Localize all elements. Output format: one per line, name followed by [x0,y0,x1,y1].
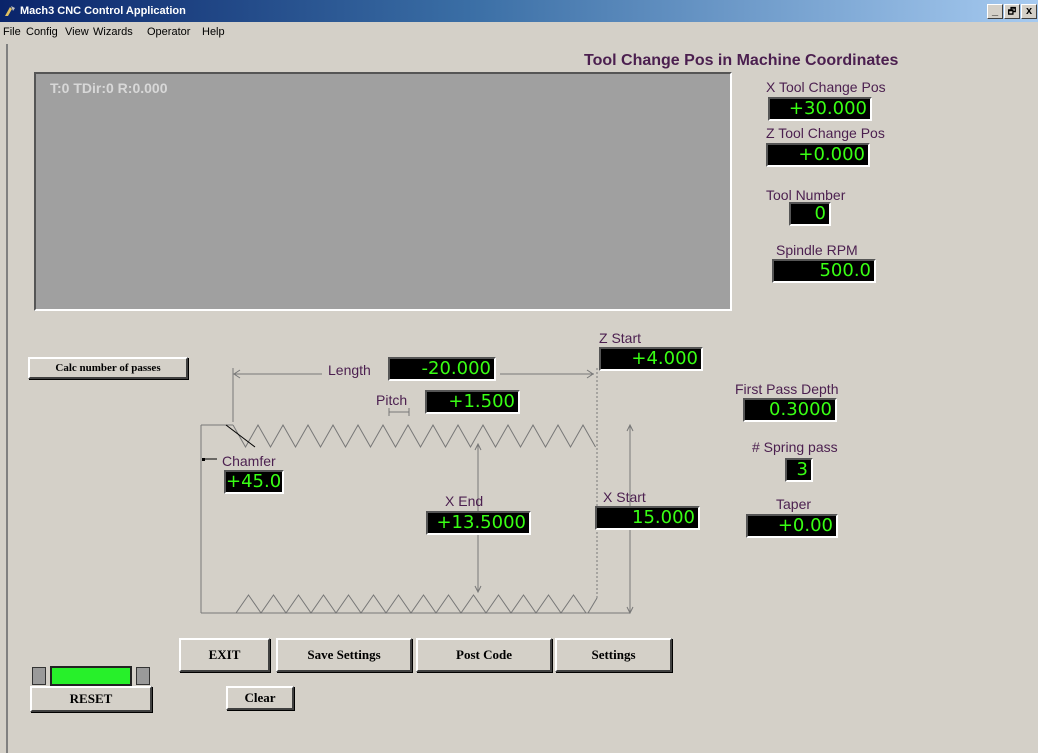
x-end-dro[interactable]: +13.5000 [426,511,531,535]
menu-help[interactable]: Help [202,26,225,38]
restore-button[interactable]: 🗗 [1004,4,1020,19]
first-pass-depth-label: First Pass Depth [735,381,839,397]
led-cap-right [136,667,150,685]
z-tool-change-label: Z Tool Change Pos [766,125,885,141]
spindle-rpm-label: Spindle RPM [776,242,858,258]
menu-config[interactable]: Config [26,26,58,38]
menu-file[interactable]: File [3,26,21,38]
toolpath-status: T:0 TDir:0 R:0.000 [50,80,168,96]
spring-pass-dro[interactable]: 3 [785,458,813,482]
z-tool-change-dro[interactable]: +0.000 [766,143,870,167]
reset-button[interactable]: RESET [30,686,152,712]
title-bar: Mach3 CNC Control Application _ 🗗 x [0,0,1038,22]
spring-pass-label: # Spring pass [752,439,838,455]
z-start-label: Z Start [599,330,642,346]
first-pass-depth-dro[interactable]: 0.3000 [743,398,837,422]
tool-change-heading: Tool Change Pos in Machine Coordinates [584,52,899,69]
frame-border [6,44,8,753]
minimize-button[interactable]: _ [987,4,1003,19]
tool-number-dro[interactable]: 0 [789,202,831,226]
app-icon [5,6,15,16]
led-bar [50,666,132,686]
pitch-dro[interactable]: +1.500 [425,390,520,414]
chamfer-dro[interactable]: +45.0 [224,470,284,494]
x-start-dro[interactable]: 15.000 [595,506,700,530]
post-code-button[interactable]: Post Code [416,638,552,672]
menu-view[interactable]: View [65,26,89,38]
save-settings-button[interactable]: Save Settings [276,638,412,672]
length-dro[interactable]: -20.000 [388,357,496,381]
menu-bar: File Config View Wizards Operator Help [0,22,1038,42]
close-button[interactable]: x [1021,4,1037,19]
z-start-dro[interactable]: +4.000 [599,347,703,371]
chamfer-label: Chamfer [222,453,276,469]
led-cap-left [32,667,46,685]
spindle-rpm-dro[interactable]: 500.0 [772,259,876,283]
x-end-label: X End [445,493,484,509]
toolpath-display[interactable]: T:0 TDir:0 R:0.000 [34,72,732,311]
window-title: Mach3 CNC Control Application [20,5,186,17]
x-start-label: X Start [603,489,646,505]
taper-dro[interactable]: +0.00 [746,514,838,538]
taper-label: Taper [776,496,812,512]
pitch-label: Pitch [376,392,408,408]
tool-number-label: Tool Number [766,187,846,203]
calc-passes-button[interactable]: Calc number of passes [28,357,188,379]
length-label: Length [328,362,371,378]
x-tool-change-label: X Tool Change Pos [766,79,886,95]
settings-button[interactable]: Settings [555,638,672,672]
clear-button[interactable]: Clear [226,686,294,710]
exit-button[interactable]: EXIT [179,638,270,672]
menu-wizards[interactable]: Wizards [93,26,133,38]
menu-operator[interactable]: Operator [147,26,190,38]
x-tool-change-dro[interactable]: +30.000 [768,97,872,121]
reset-led [30,665,152,687]
